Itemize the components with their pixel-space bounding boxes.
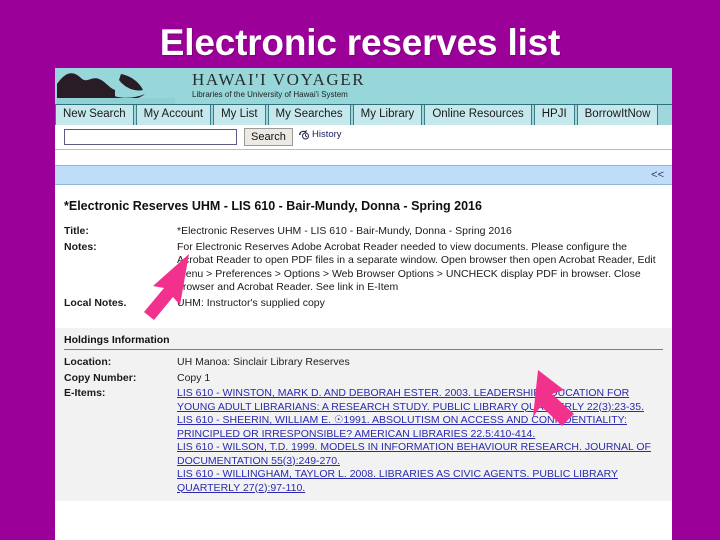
eitem-link[interactable]: LIS 610 - WILSON, T.D. 1999. MODELS IN I…: [177, 441, 660, 468]
field-value-location: UH Manoa: Sinclair Library Reserves: [177, 356, 350, 368]
banner-subtitle: Libraries of the University of Hawai'i S…: [192, 90, 348, 99]
history-label: History: [312, 129, 342, 140]
field-row-copy-number: Copy Number: Copy 1: [55, 372, 672, 388]
banner-title: HAWAI'I VOYAGER: [192, 70, 366, 89]
holdings-title: Holdings Information: [64, 334, 663, 350]
record-heading: *Electronic Reserves UHM - LIS 610 - Bai…: [64, 199, 482, 213]
field-value-copy-number: Copy 1: [177, 371, 211, 384]
arrow-pointing-to-eitems: [533, 370, 574, 426]
nav-tab-my-searches[interactable]: My Searches: [267, 105, 351, 125]
nav-tab-online-resources[interactable]: Online Resources: [424, 105, 532, 125]
arrow-pointing-to-notes: [144, 254, 189, 320]
history-clock-arrow-icon: [299, 130, 309, 140]
eitem-link[interactable]: LIS 610 - WILLINGHAM, TAYLOR L. 2008. LI…: [177, 468, 660, 495]
holdings-field-table: Location: UH Manoa: Sinclair Library Res…: [55, 356, 672, 497]
nav-tab-my-list[interactable]: My List: [213, 105, 266, 125]
history-link[interactable]: History: [298, 129, 342, 140]
previous-record-button[interactable]: <<: [651, 169, 664, 181]
search-bar: Search History: [55, 125, 672, 150]
field-value-notes: For Electronic Reserves Adobe Acrobat Re…: [177, 240, 656, 294]
site-banner: HAWAI'I VOYAGER Libraries of the Univers…: [55, 68, 672, 104]
main-navigation: New Search My Account My List My Searches My…: [55, 104, 672, 125]
field-row-title: Title: *Electronic Reserves UHM - LIS 61…: [55, 225, 672, 241]
nav-tab-my-account[interactable]: My Account: [135, 105, 212, 125]
nav-tab-borrowitnow[interactable]: BorrowItNow: [576, 105, 659, 125]
spacer-strip: [55, 150, 672, 165]
record-detail: *Electronic Reserves UHM - LIS 610 - Bai…: [55, 185, 672, 501]
hawaii-voyager-wave-logo: [57, 68, 175, 104]
eitems-list: LIS 610 - WINSTON, MARK D. AND DEBORAH E…: [177, 387, 672, 497]
field-value-local-notes: UHM: Instructor's supplied copy: [177, 296, 325, 309]
field-value-title: *Electronic Reserves UHM - LIS 610 - Bai…: [177, 225, 512, 237]
field-row-location: Location: UH Manoa: Sinclair Library Res…: [55, 356, 672, 372]
eitem-link[interactable]: LIS 610 - SHEERIN, WILLIAM E. ☉1991. ABS…: [177, 414, 660, 441]
search-input[interactable]: [64, 129, 237, 145]
nav-tab-new-search[interactable]: New Search: [55, 105, 134, 125]
holdings-section: Holdings Information Location: UH Manoa:…: [55, 328, 672, 501]
nav-tab-my-library[interactable]: My Library: [352, 105, 423, 125]
search-button[interactable]: Search: [244, 128, 293, 146]
field-label-location: Location:: [64, 356, 112, 368]
eitem-link[interactable]: LIS 610 - WINSTON, MARK D. AND DEBORAH E…: [177, 387, 660, 414]
record-toolbar: <<: [55, 165, 672, 185]
field-label-title: Title:: [64, 225, 89, 237]
field-label-eitems: E-Items:: [64, 387, 106, 399]
nav-tab-hpji[interactable]: HPJI: [533, 105, 575, 125]
page-title: Electronic reserves list: [159, 22, 561, 63]
field-row-eitems: E-Items: LIS 610 - WINSTON, MARK D. AND …: [55, 387, 672, 497]
field-label-copy-number: Copy Number:: [64, 371, 137, 384]
